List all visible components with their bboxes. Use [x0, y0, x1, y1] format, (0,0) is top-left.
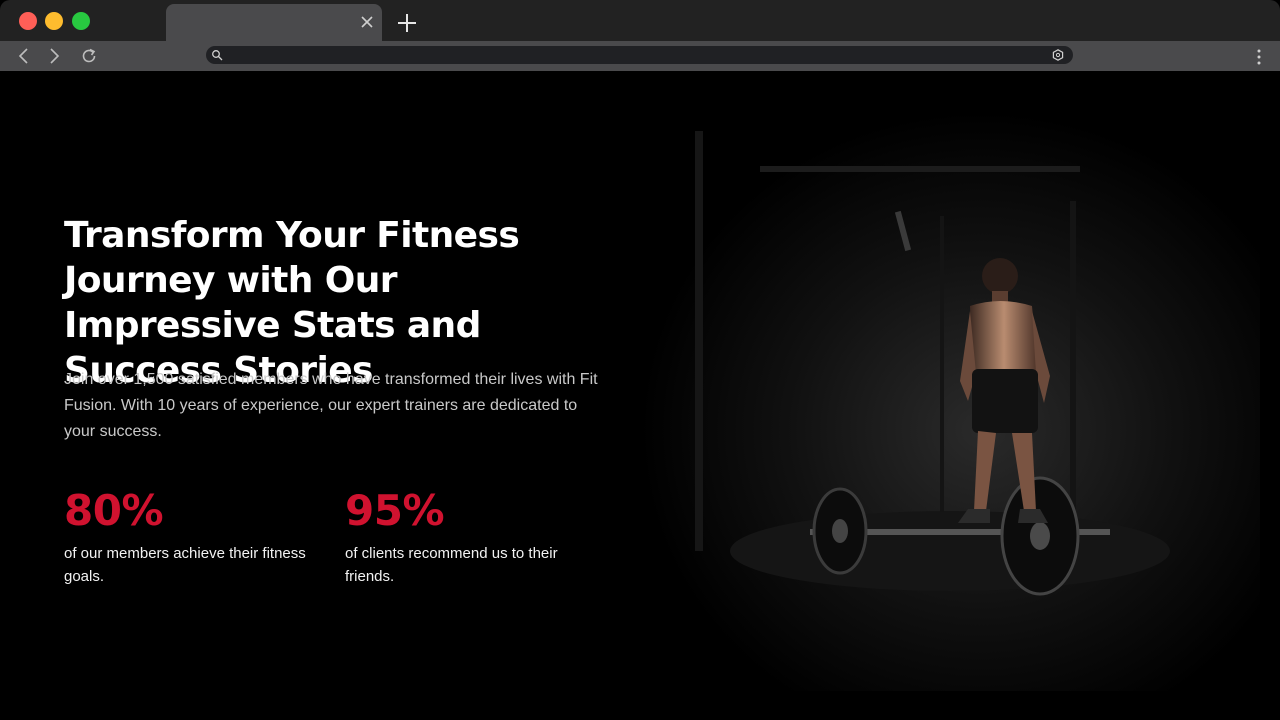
page-content: Transform Your Fitness Journey with Our …	[0, 71, 1280, 720]
extension-icon[interactable]	[1052, 49, 1064, 61]
title-bar	[0, 0, 1280, 41]
stat-value: 95%	[345, 486, 445, 535]
browser-toolbar	[0, 41, 1280, 71]
stat-members-success: 80% of our members achieve their fitness…	[64, 485, 314, 588]
browser-window: Transform Your Fitness Journey with Our …	[0, 0, 1280, 720]
plus-icon[interactable]	[396, 12, 418, 34]
close-window-button[interactable]	[19, 12, 37, 30]
hero-description: Join over 1,500 satisfied members who ha…	[64, 371, 598, 440]
minimize-window-button[interactable]	[45, 12, 63, 30]
forward-icon[interactable]	[45, 47, 63, 65]
stat-text: of clients recommend us to their friends…	[345, 545, 558, 585]
maximize-window-button[interactable]	[72, 12, 90, 30]
search-icon	[212, 50, 223, 61]
hero-title: Transform Your Fitness Journey with Our …	[64, 215, 520, 391]
stat-value: 80%	[64, 486, 164, 535]
back-icon[interactable]	[15, 47, 33, 65]
stat-client-recommend: 95% of clients recommend us to their fri…	[345, 485, 595, 588]
close-icon[interactable]	[358, 13, 376, 31]
address-bar[interactable]	[206, 46, 1073, 64]
stat-text: of our members achieve their fitness goa…	[64, 545, 306, 585]
hero-image	[640, 111, 1260, 691]
browser-tab[interactable]	[166, 4, 382, 41]
menu-icon[interactable]	[1252, 48, 1266, 66]
reload-icon[interactable]	[80, 47, 98, 65]
